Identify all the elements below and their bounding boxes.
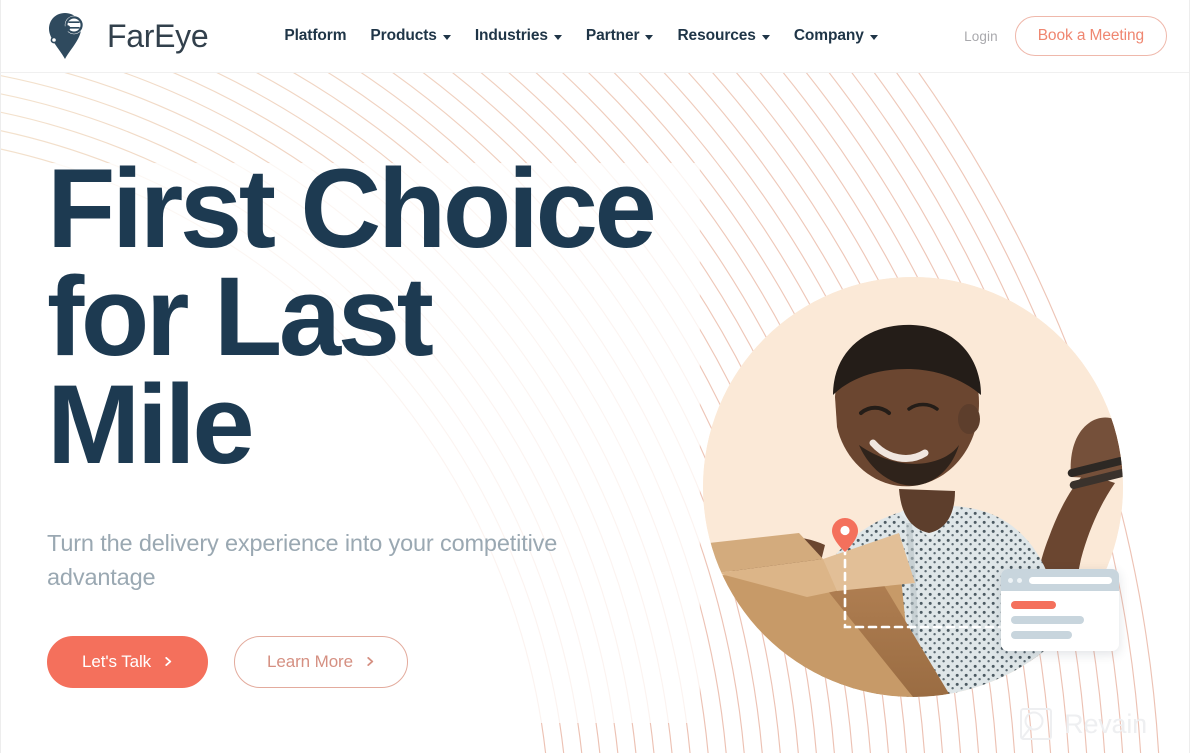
page-title: First Choice for Last Mile [47, 146, 657, 488]
brand-name: FarEye [107, 18, 209, 54]
card-text-line [1011, 616, 1084, 624]
url-bar [1029, 576, 1112, 584]
nav-label: Company [793, 27, 864, 44]
nav-item-platform[interactable]: Platform [284, 27, 346, 45]
card-body [1001, 591, 1119, 639]
revain-logo-icon [1020, 708, 1053, 740]
hero-image-composition [703, 277, 1147, 697]
nav-label: Partner [585, 27, 640, 44]
site-header: FarEye Platform Products Industries Part… [1, 0, 1189, 73]
nav-item-company[interactable]: Company [794, 27, 878, 45]
map-pin-magnifier-logo-icon [45, 9, 101, 63]
nav-item-partner[interactable]: Partner [586, 27, 654, 45]
nav-label: Platform [284, 27, 347, 44]
nav-item-resources[interactable]: Resources [677, 27, 770, 45]
window-dot [1008, 577, 1013, 583]
hero-cta-group: Let's Talk Learn More [47, 635, 681, 688]
hero-section: First Choice for Last Mile Turn the deli… [1, 73, 1189, 753]
chevron-down-icon [553, 35, 562, 40]
primary-navigation: Platform Products Industries Partner Res… [284, 27, 964, 45]
nav-item-products[interactable]: Products [370, 27, 451, 45]
brand-logo[interactable]: FarEye [45, 9, 209, 63]
card-accent-line [1011, 601, 1057, 609]
revain-watermark: Revain [1019, 707, 1147, 741]
tracking-browser-card[interactable] [1001, 569, 1119, 651]
login-link[interactable]: Login [964, 29, 998, 44]
hero-subtitle: Turn the delivery experience into your c… [47, 530, 558, 590]
nav-item-industries[interactable]: Industries [475, 27, 562, 45]
lets-talk-button[interactable]: Let's Talk [47, 635, 209, 688]
chevron-down-icon [442, 35, 451, 40]
lets-talk-label: Let's Talk [82, 651, 152, 671]
nav-label: Resources [677, 27, 756, 44]
chevron-right-icon [165, 657, 172, 667]
chevron-down-icon [869, 35, 878, 40]
browser-window-card-icon [1001, 569, 1119, 591]
page-root: FarEye Platform Products Industries Part… [0, 0, 1190, 753]
hero-content: First Choice for Last Mile Turn the deli… [1, 73, 681, 688]
header-actions: Login Book a Meeting [964, 16, 1167, 56]
watermark-label: Revain [1064, 708, 1147, 739]
window-dot [1017, 577, 1022, 583]
chevron-down-icon [645, 35, 654, 40]
card-text-line [1011, 631, 1072, 639]
chevron-down-icon [761, 35, 770, 40]
learn-more-button[interactable]: Learn More [234, 635, 408, 688]
chevron-right-icon [367, 657, 374, 667]
nav-label: Products [370, 27, 437, 44]
nav-label: Industries [474, 27, 548, 44]
book-a-meeting-button[interactable]: Book a Meeting [1014, 16, 1167, 56]
learn-more-label: Learn More [267, 651, 353, 671]
map-pin-marker-icon [832, 518, 858, 552]
